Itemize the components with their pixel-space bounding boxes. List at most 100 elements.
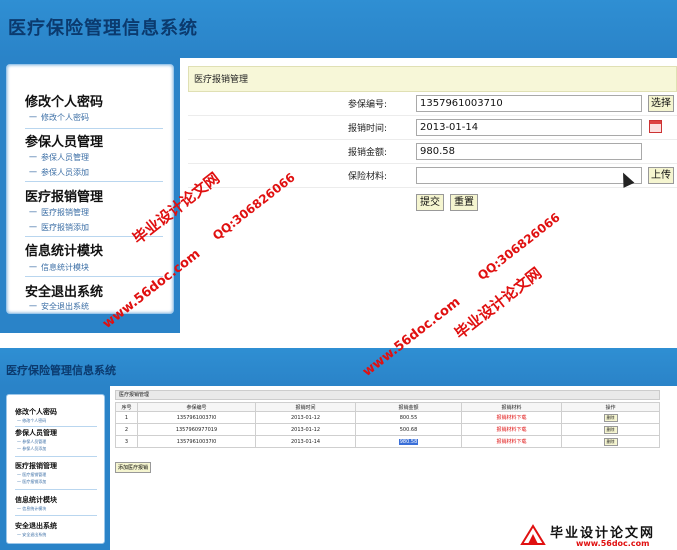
page: 医疗保险管理信息系统 修改个人密码 一修改个人密码 参保人员管理 一参保人员管理… — [0, 0, 677, 550]
cell-date: 2013-01-12 — [255, 423, 356, 436]
submit-button[interactable]: 提交 — [416, 194, 444, 211]
material-download-link[interactable]: 报销材料下载 — [461, 411, 562, 424]
app-title: 医疗保险管理信息系统 — [6, 364, 116, 377]
sidebar-group-password[interactable]: 修改个人密码 — [15, 407, 57, 417]
logo-mark-icon — [520, 524, 546, 545]
divider — [25, 181, 163, 182]
column-header: 报销时间 — [255, 402, 356, 412]
cell-date: 2013-01-12 — [255, 411, 356, 424]
form-heading: 医疗报销管理 — [188, 66, 677, 92]
table-heading: 医疗报销管理 — [115, 390, 660, 400]
sidebar-item-label: 参保人员添加 — [41, 168, 89, 177]
sidebar-item-label: 安全退出系统 — [22, 532, 47, 537]
delete-button[interactable]: 删除 — [603, 437, 618, 446]
divider — [25, 276, 163, 277]
field-label: 参保编号: — [347, 100, 387, 110]
cell-amount: 800.55 — [355, 411, 462, 424]
sidebar-group-stats[interactable]: 信息统计模块 — [15, 495, 57, 505]
sidebar-item-label: 医疗报销添加 — [22, 479, 47, 484]
sidebar-item-label: 安全退出系统 — [41, 302, 89, 311]
sidebar-group-stats[interactable]: 信息统计模块 — [25, 240, 103, 259]
sidebar-item-label: 修改个人密码 — [41, 113, 89, 122]
app-title: 医疗保险管理信息系统 — [8, 18, 198, 39]
cell-no: 3 — [115, 435, 138, 448]
sidebar-item-label: 参保人员管理 — [22, 439, 47, 444]
material-download-link[interactable]: 报销材料下载 — [461, 435, 562, 448]
sidebar-item-insured-add[interactable]: 一 参保人员添加 — [17, 446, 46, 452]
cell-id: 13579610037l0 — [137, 411, 256, 424]
cell-id: 13579610037l0 — [137, 435, 256, 448]
sidebar-group-claims[interactable]: 医疗报销管理 — [25, 186, 103, 205]
cell-no: 1 — [115, 411, 138, 424]
cell-id: 1357960977019 — [137, 423, 256, 436]
delete-button[interactable]: 删除 — [603, 425, 618, 434]
divider — [15, 426, 97, 427]
table-row: 1 13579610037l0 2013-01-12 800.55 报销材料下载… — [115, 411, 660, 424]
insured-id-input[interactable]: 1357961003710 — [416, 95, 642, 112]
sidebar-item-claims-add[interactable]: 一 医疗报销添加 — [17, 479, 46, 485]
sidebar-item-stats[interactable]: 一信息统计模块 — [29, 262, 89, 273]
sidebar-item-label: 医疗报销添加 — [41, 223, 89, 232]
divider — [15, 456, 97, 457]
claim-date-input[interactable]: 2013-01-14 — [416, 119, 642, 136]
sidebar-item-claims-add[interactable]: 一医疗报销添加 — [29, 222, 89, 233]
form-row-material: 保险材料: 上传 — [188, 164, 677, 188]
material-file-input[interactable] — [416, 167, 642, 184]
field-label: 保险材料: — [347, 172, 387, 182]
field-label: 报销时间: — [347, 124, 387, 134]
add-claim-button[interactable]: 添加医疗报销 — [115, 462, 152, 473]
claim-amount-input[interactable]: 980.58 — [416, 143, 642, 160]
divider — [25, 128, 163, 129]
claims-table: 序号 参保编号 报销时间 报销金额 报销材料 操作 1 13579610037l… — [115, 402, 660, 448]
sidebar: 修改个人密码 一 修改个人密码 参保人员管理 一 参保人员管理 一 参保人员添加… — [6, 394, 105, 544]
table-row: 2 1357960977019 2013-01-12 500.68 报销材料下载… — [115, 423, 660, 436]
upload-button[interactable]: 上传 — [648, 167, 674, 184]
sidebar-item-logout[interactable]: 一安全退出系统 — [29, 301, 89, 312]
sidebar-group-password[interactable]: 修改个人密码 — [25, 91, 103, 110]
sidebar-item-insured-manage[interactable]: 一参保人员管理 — [29, 152, 89, 163]
column-header: 序号 — [115, 402, 138, 412]
sidebar-group-logout[interactable]: 安全退出系统 — [15, 521, 57, 531]
select-button[interactable]: 选择 — [648, 95, 674, 112]
app-header: 医疗保险管理信息系统 — [0, 0, 677, 58]
sidebar-group-insured[interactable]: 参保人员管理 — [25, 131, 103, 150]
cell-date: 2013-01-14 — [255, 435, 356, 448]
sidebar: 修改个人密码 一修改个人密码 参保人员管理 一参保人员管理 一参保人员添加 医疗… — [6, 64, 174, 314]
calendar-icon[interactable] — [649, 120, 662, 133]
cell-amount: 500.68 — [355, 423, 462, 436]
sidebar-item-label: 医疗报销管理 — [22, 472, 47, 477]
sidebar-item-change-password[interactable]: 一 修改个人密码 — [17, 418, 46, 424]
form-row-amount: 报销金额: 980.58 — [188, 140, 677, 164]
delete-button[interactable]: 删除 — [603, 413, 618, 422]
cell-actions: 删除 — [561, 423, 660, 436]
sidebar-group-insured[interactable]: 参保人员管理 — [15, 428, 57, 438]
column-header: 报销金额 — [355, 402, 462, 412]
sidebar-item-label: 信息统计模块 — [41, 263, 89, 272]
sidebar-group-logout[interactable]: 安全退出系统 — [25, 281, 103, 300]
site-logo: 毕业设计论文网 www.56doc.com — [520, 522, 677, 550]
logo-url: www.56doc.com — [576, 539, 650, 548]
sidebar-item-insured-manage[interactable]: 一 参保人员管理 — [17, 439, 46, 445]
sidebar-item-claims-manage[interactable]: 一医疗报销管理 — [29, 207, 89, 218]
material-download-link[interactable]: 报销材料下载 — [461, 423, 562, 436]
cell-amount: 980.58 — [355, 435, 462, 448]
reset-button[interactable]: 重置 — [450, 194, 478, 211]
table-header-row: 序号 参保编号 报销时间 报销金额 报销材料 操作 — [115, 402, 660, 412]
sidebar-item-label: 医疗报销管理 — [41, 208, 89, 217]
sidebar-item-insured-add[interactable]: 一参保人员添加 — [29, 167, 89, 178]
cell-no: 2 — [115, 423, 138, 436]
sidebar-item-label: 修改个人密码 — [22, 418, 47, 423]
column-header: 报销材料 — [461, 402, 562, 412]
top-screenshot: 医疗保险管理信息系统 修改个人密码 一修改个人密码 参保人员管理 一参保人员管理… — [0, 0, 677, 335]
sidebar-item-stats[interactable]: 一 信息统计模块 — [17, 506, 46, 512]
sidebar-item-logout[interactable]: 一 安全退出系统 — [17, 532, 46, 538]
sidebar-item-label: 信息统计模块 — [22, 506, 47, 511]
sidebar-item-label: 参保人员添加 — [22, 446, 47, 451]
claims-list: 医疗报销管理 序号 参保编号 报销时间 报销金额 报销材料 操作 1 13579… — [115, 390, 675, 480]
form-row-id: 参保编号: 1357961003710 选择 — [188, 92, 677, 116]
sidebar-item-claims-manage[interactable]: 一 医疗报销管理 — [17, 472, 46, 478]
sidebar-group-claims[interactable]: 医疗报销管理 — [15, 461, 57, 471]
field-label: 报销金额: — [347, 148, 387, 158]
bottom-screenshot: 医疗保险管理信息系统 修改个人密码 一 修改个人密码 参保人员管理 一 参保人员… — [0, 342, 677, 550]
sidebar-item-change-password[interactable]: 一修改个人密码 — [29, 112, 89, 123]
